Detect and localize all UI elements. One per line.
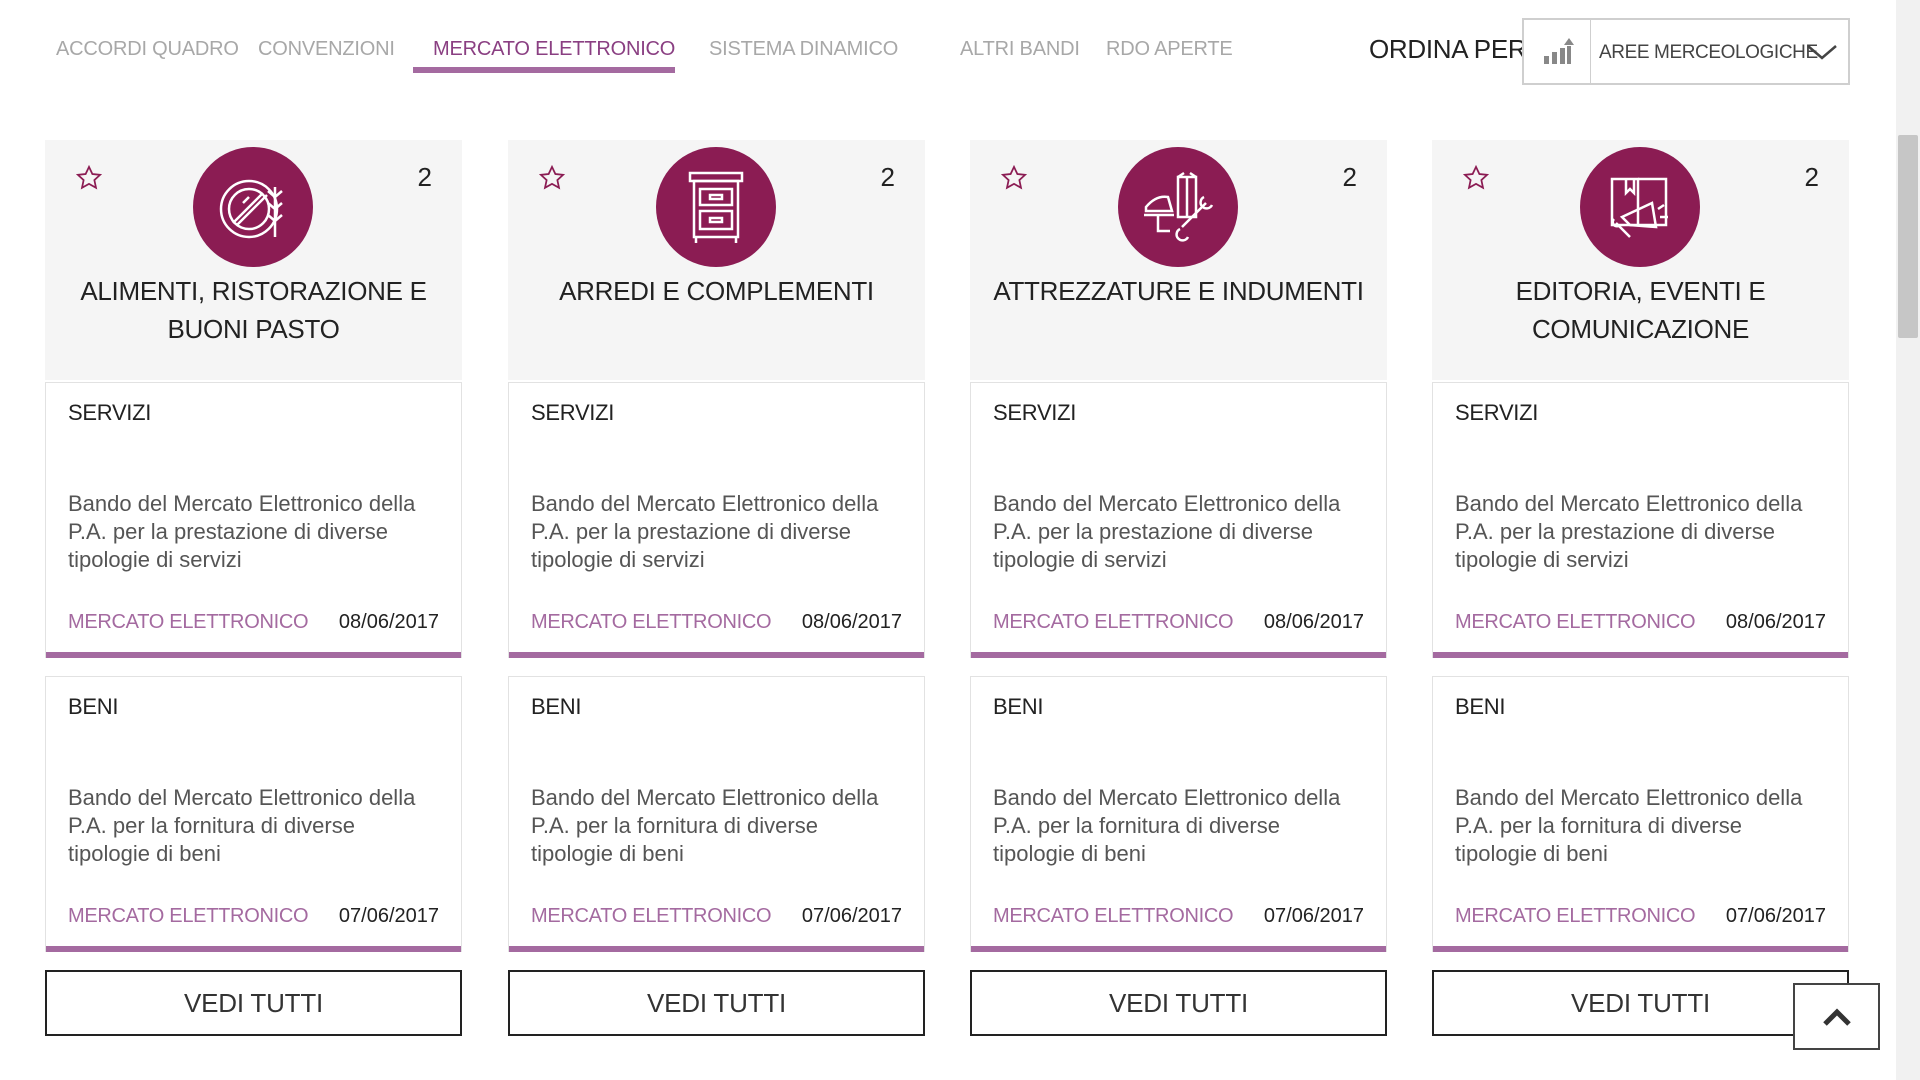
view-all-button[interactable]: VEDI TUTTI — [970, 970, 1387, 1036]
view-all-button[interactable]: VEDI TUTTI — [1432, 970, 1849, 1036]
furniture-icon — [688, 171, 744, 243]
card-header: 2 ATTREZZATURE E INDUMENTI — [970, 140, 1387, 380]
view-all-button[interactable]: VEDI TUTTI — [508, 970, 925, 1036]
star-icon[interactable] — [538, 164, 566, 192]
bando-description: Bando del Mercato Elettronico della P.A.… — [1455, 491, 1803, 572]
tab-altri-bandi[interactable]: ALTRI BANDI — [960, 38, 1080, 61]
bando-type: SERVIZI — [993, 400, 1077, 425]
category-icon-circle — [1580, 147, 1700, 267]
item-count: 2 — [1342, 162, 1357, 192]
tab-convenzioni[interactable]: CONVENZIONI — [258, 38, 395, 61]
bando-card[interactable]: BENI Bando del Mercato Elettronico della… — [1432, 676, 1849, 952]
bando-description: Bando del Mercato Elettronico della P.A.… — [531, 785, 879, 866]
bando-category-link[interactable]: MERCATO ELETTRONICO — [993, 611, 1234, 634]
bando-date: 08/06/2017 — [801, 611, 902, 633]
food-icon — [219, 179, 283, 239]
bando-date: 07/06/2017 — [1725, 905, 1826, 927]
sort-icon-area — [1524, 20, 1591, 83]
view-all-button[interactable]: VEDI TUTTI — [45, 970, 462, 1036]
bando-description: Bando del Mercato Elettronico della P.A.… — [68, 785, 416, 866]
star-icon[interactable] — [75, 164, 103, 192]
bando-type: SERVIZI — [531, 400, 615, 425]
accent-bar — [509, 946, 924, 952]
book-megaphone-icon — [1610, 177, 1668, 238]
bando-type: BENI — [1455, 694, 1506, 719]
active-tab-indicator — [413, 67, 675, 73]
category-tabs: ACCORDI QUADRO CONVENZIONI MERCATO ELETT… — [0, 0, 1880, 100]
chevron-down-icon — [1807, 45, 1837, 60]
category-icon-circle — [1118, 147, 1238, 267]
star-icon[interactable] — [1000, 164, 1028, 192]
category-card-attrezzature: 2 ATTREZZATURE E INDUMENTI SERVIZI Bando… — [970, 140, 1387, 1036]
sort-label: ORDINA PER — [1369, 34, 1527, 64]
accent-bar — [46, 652, 461, 658]
bando-description: Bando del Mercato Elettronico della P.A.… — [68, 491, 416, 572]
bando-date: 08/06/2017 — [1725, 611, 1826, 633]
bando-description: Bando del Mercato Elettronico della P.A.… — [993, 491, 1341, 572]
category-icon-circle — [656, 147, 776, 267]
bando-card[interactable]: SERVIZI Bando del Mercato Elettronico de… — [1432, 382, 1849, 658]
bando-description: Bando del Mercato Elettronico della P.A.… — [531, 491, 879, 572]
star-icon[interactable] — [1462, 164, 1490, 192]
item-count: 2 — [880, 162, 895, 192]
back-to-top-button[interactable] — [1793, 983, 1880, 1050]
bando-date: 07/06/2017 — [1263, 905, 1364, 927]
category-title: ALIMENTI, RISTORAZIONE E BUONI PASTO — [80, 276, 427, 344]
category-title: ARREDI E COMPLEMENTI — [559, 276, 874, 306]
bando-category-link[interactable]: MERCATO ELETTRONICO — [531, 611, 772, 634]
sort-select[interactable]: AREE MERCEOLOGICHE — [1522, 18, 1850, 85]
bando-card[interactable]: BENI Bando del Mercato Elettronico della… — [45, 676, 462, 952]
card-header: 2 ARREDI E COMPLEMENTI — [508, 140, 925, 380]
accent-bar — [1433, 652, 1848, 658]
item-count: 2 — [1804, 162, 1819, 192]
tab-sistema-dinamico[interactable]: SISTEMA DINAMICO — [709, 38, 898, 61]
bando-card[interactable]: SERVIZI Bando del Mercato Elettronico de… — [45, 382, 462, 658]
bando-card[interactable]: SERVIZI Bando del Mercato Elettronico de… — [970, 382, 1387, 658]
item-count: 2 — [417, 162, 432, 192]
category-title: ATTREZZATURE E INDUMENTI — [993, 276, 1364, 306]
tab-accordi-quadro[interactable]: ACCORDI QUADRO — [56, 38, 239, 61]
card-header: 2 ALIMENTI, RISTORAZIONE E BUONI PASTO — [45, 140, 462, 380]
bando-card[interactable]: SERVIZI Bando del Mercato Elettronico de… — [508, 382, 925, 658]
bando-date: 08/06/2017 — [338, 611, 439, 633]
bar-chart-up-icon — [1544, 38, 1574, 64]
bando-date: 08/06/2017 — [1263, 611, 1364, 633]
accent-bar — [46, 946, 461, 952]
accent-bar — [971, 652, 1386, 658]
bando-description: Bando del Mercato Elettronico della P.A.… — [1455, 785, 1803, 866]
bando-type: BENI — [68, 694, 119, 719]
bando-category-link[interactable]: MERCATO ELETTRONICO — [1455, 611, 1696, 634]
bando-card[interactable]: BENI Bando del Mercato Elettronico della… — [508, 676, 925, 952]
bando-category-link[interactable]: MERCATO ELETTRONICO — [1455, 905, 1696, 928]
accent-bar — [1433, 946, 1848, 952]
tab-rdo-aperte[interactable]: RDO APERTE — [1106, 38, 1233, 61]
bando-category-link[interactable]: MERCATO ELETTRONICO — [68, 611, 309, 634]
tools-icon — [1144, 171, 1214, 242]
category-card-alimenti: 2 ALIMENTI, RISTORAZIONE E BUONI PASTO S… — [45, 140, 462, 1036]
category-icon-circle — [193, 147, 313, 267]
bando-description: Bando del Mercato Elettronico della P.A.… — [993, 785, 1341, 866]
bando-category-link[interactable]: MERCATO ELETTRONICO — [68, 905, 309, 928]
bando-date: 07/06/2017 — [338, 905, 439, 927]
accent-bar — [509, 652, 924, 658]
scrollbar-thumb[interactable] — [1898, 135, 1918, 338]
bando-type: SERVIZI — [1455, 400, 1539, 425]
card-header: 2 EDITORIA, EVENTI E COMUNICAZIONE — [1432, 140, 1849, 380]
accent-bar — [971, 946, 1386, 952]
bando-category-link[interactable]: MERCATO ELETTRONICO — [531, 905, 772, 928]
category-title: EDITORIA, EVENTI E COMUNICAZIONE — [1515, 276, 1766, 344]
category-card-editoria: 2 EDITORIA, EVENTI E COMUNICAZIONE SERVI… — [1432, 140, 1849, 1036]
chevron-up-icon — [1823, 1008, 1851, 1026]
bando-category-link[interactable]: MERCATO ELETTRONICO — [993, 905, 1234, 928]
bando-card[interactable]: BENI Bando del Mercato Elettronico della… — [970, 676, 1387, 952]
bando-type: BENI — [993, 694, 1044, 719]
tab-mercato-elettronico[interactable]: MERCATO ELETTRONICO — [433, 38, 675, 61]
bando-type: BENI — [531, 694, 582, 719]
bando-type: SERVIZI — [68, 400, 152, 425]
bando-date: 07/06/2017 — [801, 905, 902, 927]
sort-value: AREE MERCEOLOGICHE — [1599, 42, 1818, 63]
category-card-arredi: 2 ARREDI E COMPLEMENTI SERVIZI Bando del… — [508, 140, 925, 1036]
